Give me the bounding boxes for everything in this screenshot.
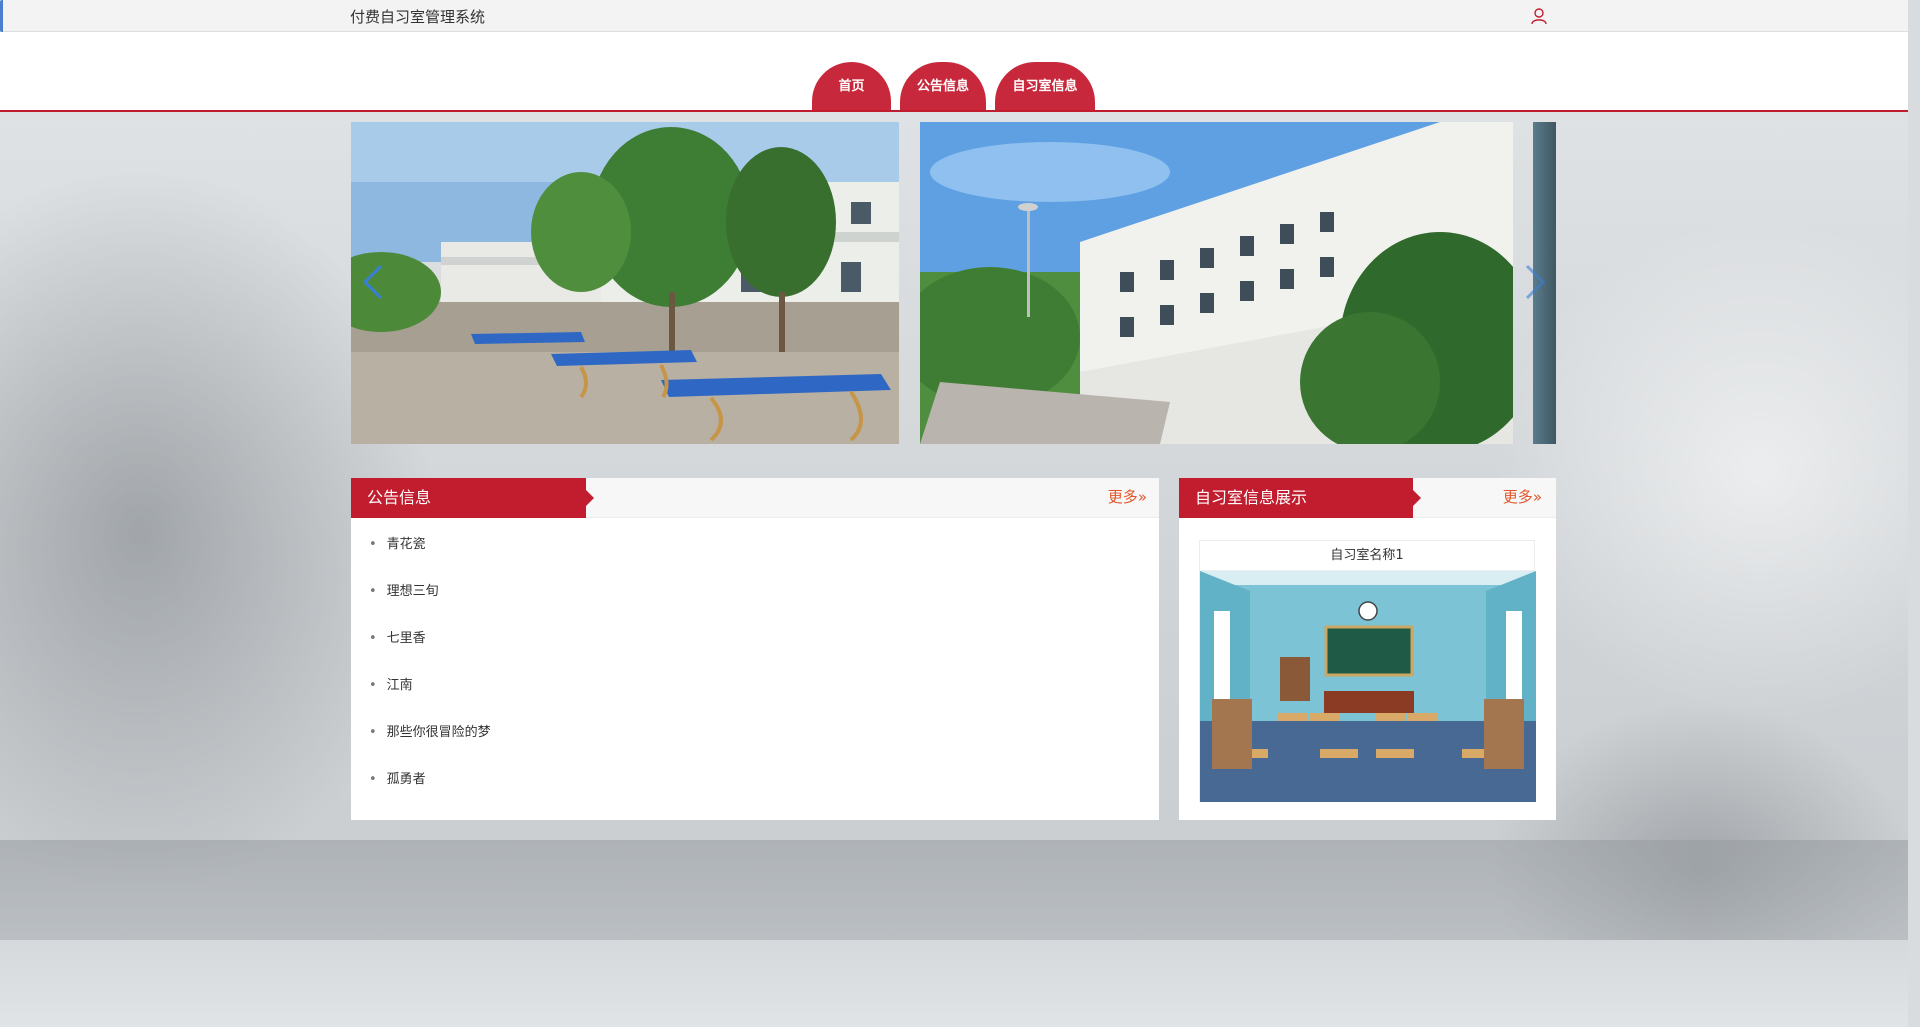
- room-more-link[interactable]: 更多»: [1503, 486, 1542, 507]
- notice-item[interactable]: 青花瓷: [369, 530, 491, 577]
- top-bar: 付费自习室管理系统: [0, 0, 1908, 32]
- carousel-slide-campus-courtyard[interactable]: [351, 122, 899, 444]
- room-panel: 自习室信息展示 更多» 自习室名称1: [1179, 478, 1556, 820]
- room-card-name: 自习室名称1: [1200, 541, 1534, 571]
- chevron-right-icon[interactable]: [1519, 262, 1549, 302]
- main-nav: 首页 公告信息 自习室信息: [0, 32, 1908, 112]
- room-more-label: 更多: [1502, 488, 1533, 506]
- background-band: [0, 840, 1908, 940]
- nav-tab-room[interactable]: 自习室信息: [995, 62, 1095, 110]
- notice-item[interactable]: 孤勇者: [369, 765, 491, 812]
- room-card[interactable]: 自习室名称1: [1199, 540, 1536, 802]
- notice-item[interactable]: 江南: [369, 671, 491, 718]
- notice-panel-title: 公告信息: [351, 478, 594, 518]
- notice-item[interactable]: 七里香: [369, 624, 491, 671]
- site-title: 付费自习室管理系统: [350, 8, 486, 26]
- user-icon[interactable]: [1530, 7, 1548, 25]
- notice-item[interactable]: 那些你很冒险的梦: [369, 718, 491, 765]
- notice-panel: 公告信息 更多» 青花瓷 理想三旬 七里香 江南 那些你很冒险的梦 孤勇者: [351, 478, 1159, 820]
- chevron-left-icon[interactable]: [359, 262, 389, 302]
- carousel-slide-teaching-building[interactable]: [920, 122, 1513, 444]
- notice-panel-header: 公告信息 更多»: [351, 478, 1159, 518]
- room-card-image[interactable]: [1200, 571, 1536, 802]
- window-edge: [0, 0, 8, 32]
- image-carousel[interactable]: [351, 122, 1556, 444]
- notice-item[interactable]: 理想三旬: [369, 577, 491, 624]
- notice-more-link[interactable]: 更多»: [1108, 486, 1147, 507]
- notice-more-label: 更多: [1107, 488, 1138, 506]
- double-chevron-right-icon: »: [1532, 488, 1542, 506]
- background-bottom: [0, 940, 1908, 1027]
- nav-tab-home[interactable]: 首页: [812, 62, 891, 110]
- nav-tab-notice[interactable]: 公告信息: [900, 62, 986, 110]
- room-panel-title: 自习室信息展示: [1179, 478, 1421, 518]
- double-chevron-right-icon: »: [1137, 488, 1147, 506]
- room-panel-header: 自习室信息展示 更多»: [1179, 478, 1556, 518]
- notice-list: 青花瓷 理想三旬 七里香 江南 那些你很冒险的梦 孤勇者: [369, 530, 491, 812]
